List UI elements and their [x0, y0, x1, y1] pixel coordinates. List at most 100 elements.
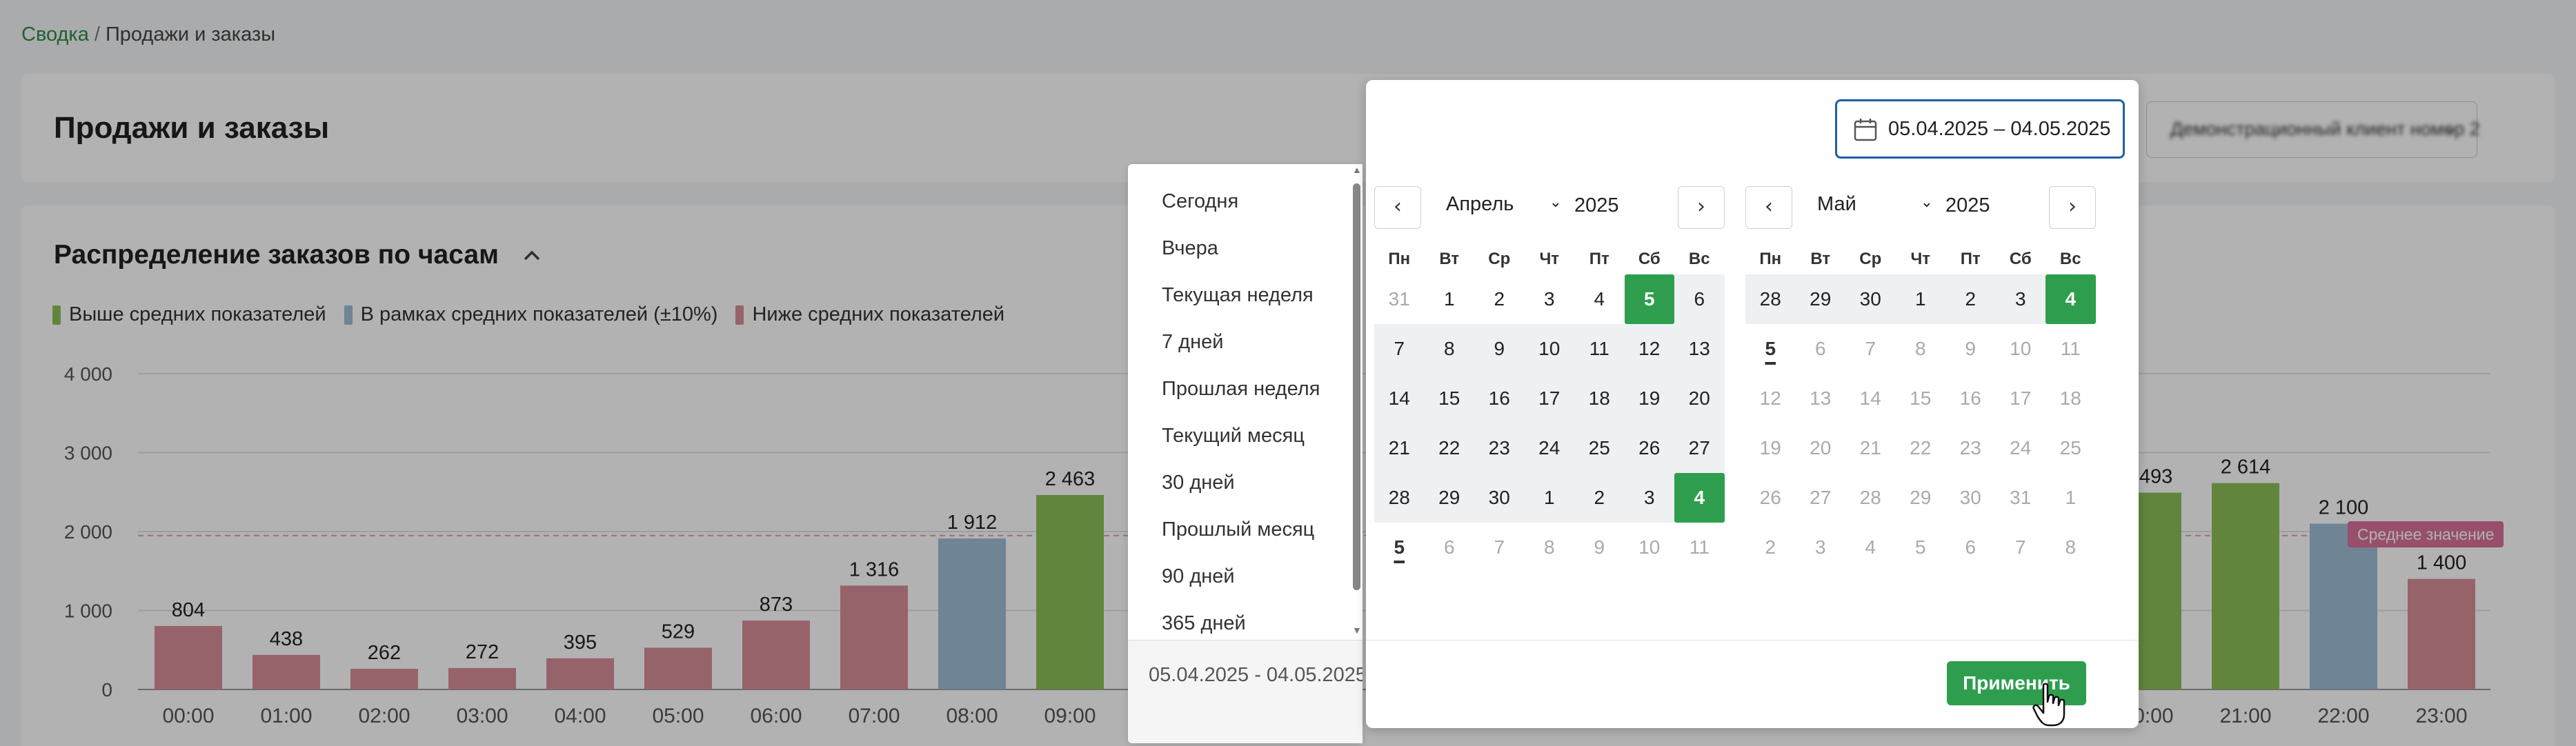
- calendar-day[interactable]: 6: [1674, 274, 1725, 324]
- calendar-day[interactable]: 10: [1625, 523, 1675, 572]
- calendar-day[interactable]: 3: [1796, 523, 1846, 572]
- calendar-day[interactable]: 19: [1745, 423, 1796, 473]
- calendar-day[interactable]: 7: [1474, 523, 1525, 572]
- calendar-day[interactable]: 10: [1524, 324, 1574, 374]
- calendar-day[interactable]: 14: [1374, 374, 1425, 423]
- calendar-day[interactable]: 15: [1424, 374, 1474, 423]
- preset-30-days[interactable]: 30 дней: [1128, 467, 1363, 514]
- next-month-button[interactable]: ›: [2049, 186, 2096, 229]
- calendar-day[interactable]: 20: [1674, 374, 1725, 423]
- calendar-day[interactable]: 9: [1474, 324, 1525, 374]
- calendar-day[interactable]: 12: [1745, 374, 1796, 423]
- calendar-day[interactable]: 11: [1674, 523, 1725, 572]
- calendar-day[interactable]: 5: [1374, 523, 1425, 572]
- calendar-day-selected[interactable]: 4: [1674, 473, 1725, 523]
- calendar-day[interactable]: 30: [1845, 274, 1896, 324]
- calendar-day[interactable]: 29: [1424, 473, 1474, 523]
- year-input[interactable]: 2025: [1574, 194, 1619, 217]
- calendar-day[interactable]: 29: [1896, 473, 1946, 523]
- scroll-down-icon[interactable]: ▼: [1352, 625, 1362, 636]
- calendar-day[interactable]: 12: [1624, 324, 1674, 374]
- calendar-day[interactable]: 15: [1896, 374, 1946, 423]
- calendar-day[interactable]: 18: [1574, 374, 1625, 423]
- calendar-day[interactable]: 17: [1996, 374, 2046, 423]
- calendar-day[interactable]: 25: [1574, 423, 1625, 473]
- calendar-day[interactable]: 1: [2045, 473, 2096, 523]
- calendar-day[interactable]: 10: [1996, 324, 2046, 374]
- calendar-day[interactable]: 21: [1845, 423, 1896, 473]
- calendar-day[interactable]: 23: [1945, 423, 1996, 473]
- calendar-day[interactable]: 27: [1796, 473, 1846, 523]
- calendar-day[interactable]: 31: [1996, 473, 2046, 523]
- calendar-day[interactable]: 29: [1795, 274, 1845, 324]
- scroll-up-icon[interactable]: ▲: [1352, 164, 1362, 175]
- calendar-day[interactable]: 31: [1374, 274, 1425, 324]
- calendar-day[interactable]: 1: [1425, 274, 1475, 324]
- calendar-day[interactable]: 8: [1424, 324, 1474, 374]
- calendar-day[interactable]: 23: [1474, 423, 1525, 473]
- calendar-day-selected[interactable]: 4: [2045, 274, 2096, 324]
- calendar-day[interactable]: 30: [1945, 473, 1996, 523]
- month-select-may[interactable]: Май ⌄: [1817, 193, 1936, 221]
- previous-month-button[interactable]: ‹: [1745, 186, 1792, 229]
- calendar-day[interactable]: 24: [1996, 423, 2046, 473]
- calendar-day[interactable]: 6: [1945, 523, 1996, 572]
- calendar-day[interactable]: 8: [2045, 523, 2096, 572]
- calendar-day[interactable]: 2: [1474, 274, 1525, 324]
- preset-yesterday[interactable]: Вчера: [1128, 233, 1363, 280]
- calendar-day[interactable]: 1: [1895, 274, 1945, 324]
- preset-7-days[interactable]: 7 дней: [1128, 327, 1363, 374]
- calendar-day[interactable]: 24: [1524, 423, 1574, 473]
- calendar-day[interactable]: 26: [1745, 473, 1796, 523]
- calendar-day[interactable]: 28: [1745, 274, 1796, 324]
- calendar-day[interactable]: 3: [1525, 274, 1575, 324]
- calendar-day[interactable]: 30: [1474, 473, 1525, 523]
- calendar-day[interactable]: 26: [1624, 423, 1674, 473]
- preset-90-days[interactable]: 90 дней: [1128, 561, 1363, 608]
- preset-today[interactable]: Сегодня: [1128, 186, 1363, 233]
- calendar-day[interactable]: 11: [2045, 324, 2096, 374]
- calendar-day[interactable]: 25: [2045, 423, 2096, 473]
- calendar-day[interactable]: 2: [1574, 473, 1625, 523]
- calendar-day[interactable]: 6: [1796, 324, 1846, 374]
- calendar-day[interactable]: 2: [1745, 523, 1796, 572]
- calendar-day[interactable]: 19: [1624, 374, 1674, 423]
- date-range-input[interactable]: [1888, 112, 2116, 145]
- calendar-day[interactable]: 9: [1945, 324, 1996, 374]
- calendar-day[interactable]: 13: [1796, 374, 1846, 423]
- previous-month-button[interactable]: ‹: [1374, 186, 1421, 229]
- date-range-field[interactable]: [1835, 99, 2125, 159]
- calendar-day-selected[interactable]: 5: [1624, 274, 1674, 324]
- calendar-day[interactable]: 2: [1945, 274, 1996, 324]
- calendar-day[interactable]: 28: [1845, 473, 1896, 523]
- calendar-day[interactable]: 7: [1845, 324, 1896, 374]
- calendar-day[interactable]: 5: [1745, 324, 1796, 374]
- calendar-day[interactable]: 21: [1374, 423, 1425, 473]
- calendar-day[interactable]: 1: [1524, 473, 1574, 523]
- calendar-day[interactable]: 22: [1896, 423, 1946, 473]
- preset-last-week[interactable]: Прошлая неделя: [1128, 374, 1363, 421]
- calendar-day[interactable]: 14: [1845, 374, 1896, 423]
- calendar-day[interactable]: 3: [1624, 473, 1674, 523]
- calendar-day[interactable]: 5: [1896, 523, 1946, 572]
- calendar-day[interactable]: 11: [1574, 324, 1625, 374]
- calendar-day[interactable]: 9: [1574, 523, 1625, 572]
- next-month-button[interactable]: ›: [1678, 186, 1725, 229]
- calendar-day[interactable]: 13: [1674, 324, 1725, 374]
- preset-last-month[interactable]: Прошлый месяц: [1128, 514, 1363, 561]
- month-select-april[interactable]: Апрель ⌄: [1446, 193, 1565, 221]
- calendar-day[interactable]: 22: [1424, 423, 1474, 473]
- calendar-day[interactable]: 4: [1574, 274, 1625, 324]
- preset-current-week[interactable]: Текущая неделя: [1128, 280, 1363, 327]
- calendar-day[interactable]: 7: [1996, 523, 2046, 572]
- calendar-day[interactable]: 8: [1525, 523, 1575, 572]
- calendar-day[interactable]: 16: [1945, 374, 1996, 423]
- preset-scrollbar-thumb[interactable]: [1353, 183, 1360, 590]
- calendar-day[interactable]: 6: [1425, 523, 1475, 572]
- calendar-day[interactable]: 28: [1374, 473, 1425, 523]
- calendar-day[interactable]: 3: [1995, 274, 2045, 324]
- calendar-day[interactable]: 20: [1796, 423, 1846, 473]
- preset-current-month[interactable]: Текущий месяц: [1128, 421, 1363, 467]
- preset-scrollbar[interactable]: ▲ ▼: [1350, 164, 1363, 640]
- calendar-day[interactable]: 17: [1524, 374, 1574, 423]
